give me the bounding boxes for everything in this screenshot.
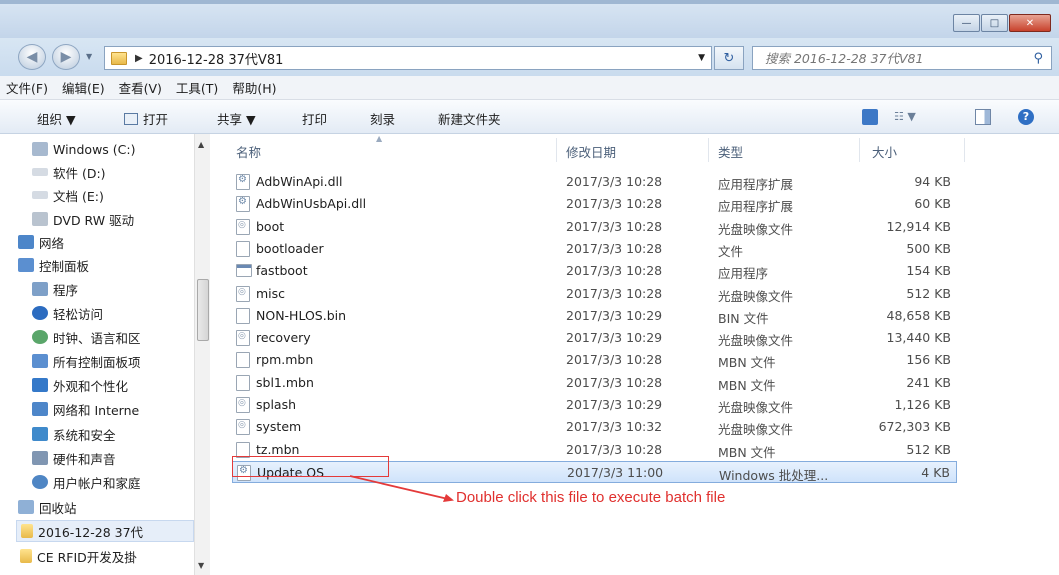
arrow-head: [443, 494, 454, 502]
annotation-text: Double click this file to execute batch …: [456, 489, 726, 506]
arrow-line: [349, 475, 449, 500]
